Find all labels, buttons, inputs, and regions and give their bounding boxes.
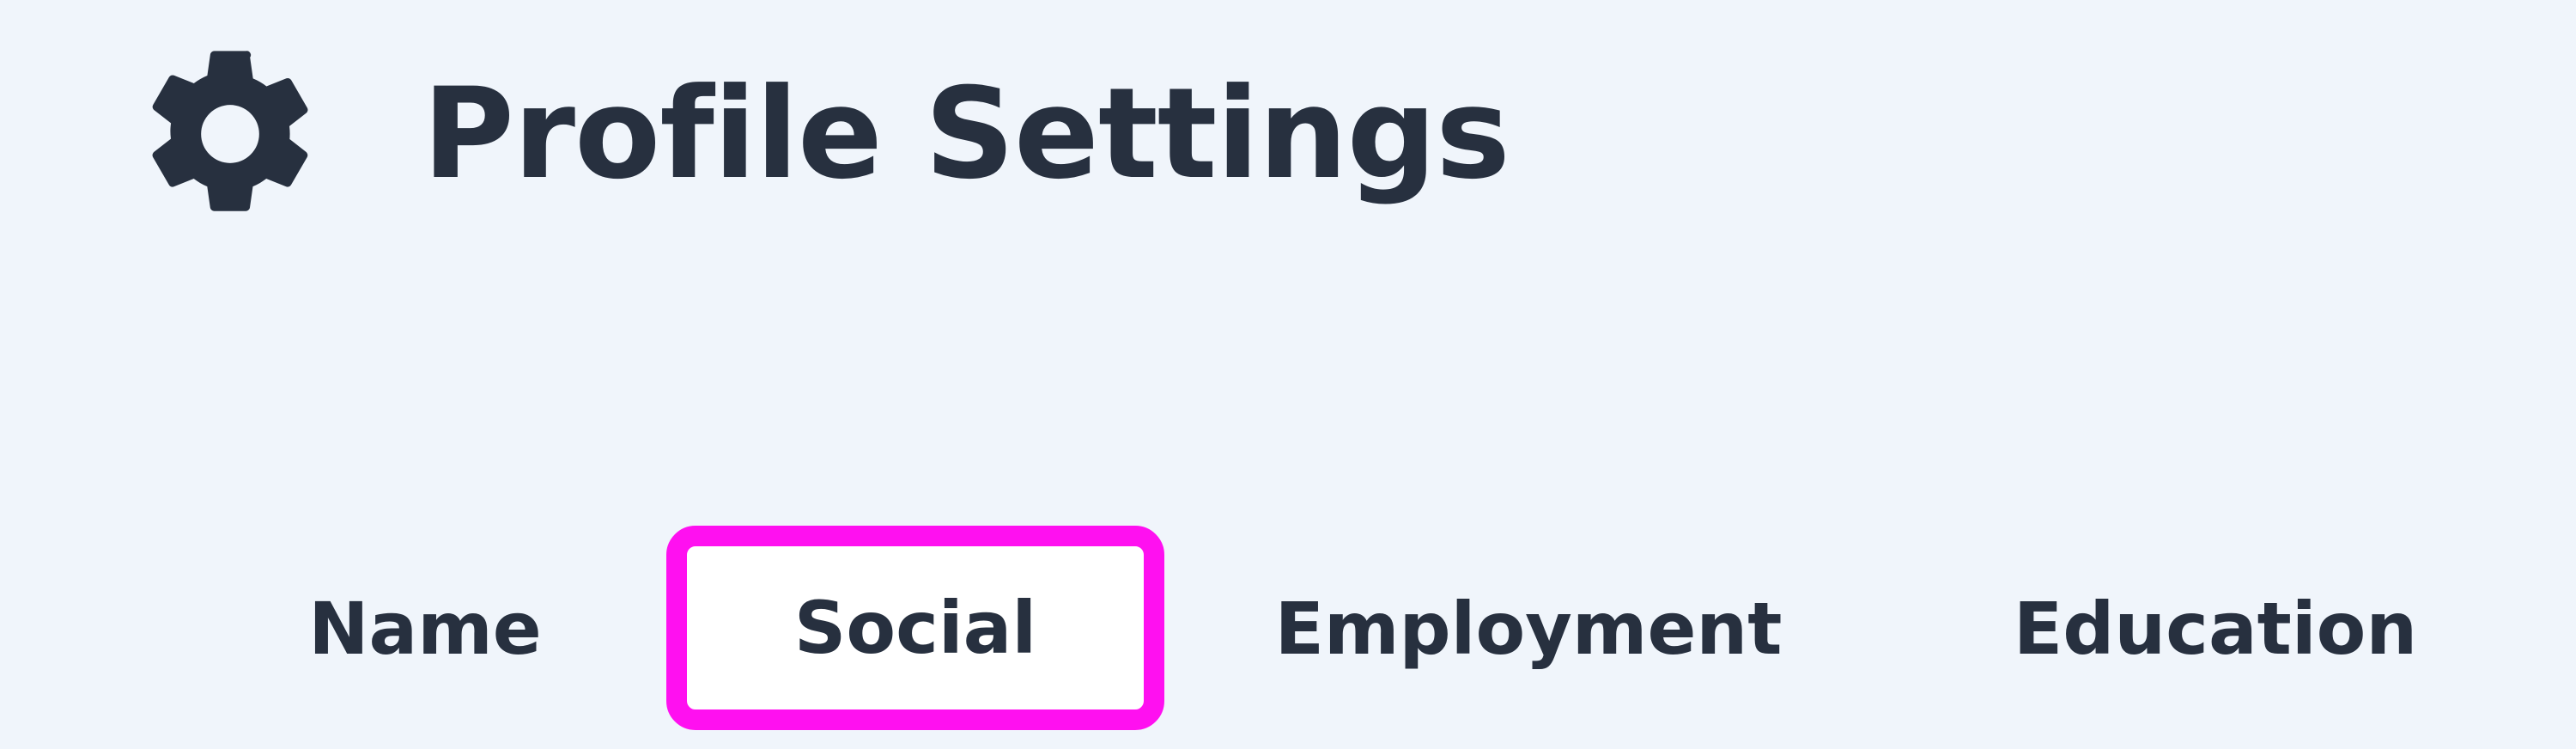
gear-icon <box>152 51 308 211</box>
page-header: Profile Settings <box>131 31 1510 237</box>
tab-employment[interactable]: Employment <box>1262 538 1795 720</box>
tab-name[interactable]: Name <box>283 538 567 720</box>
profile-settings-page: Profile Settings Name Social Employment … <box>0 0 2576 749</box>
tab-social[interactable]: Social <box>666 526 1164 730</box>
page-title: Profile Settings <box>422 61 1510 207</box>
tab-education[interactable]: Education <box>1992 538 2439 720</box>
